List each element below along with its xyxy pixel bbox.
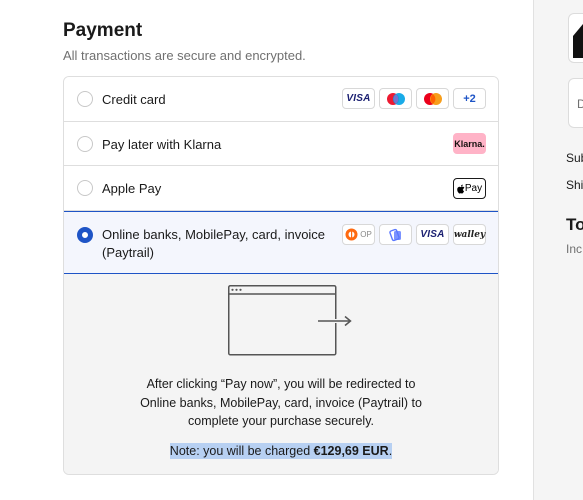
- subtotal-label: Sub: [566, 151, 583, 165]
- paytrail-logos: OP VISA walley: [342, 224, 486, 245]
- total-label: To: [566, 215, 583, 234]
- klarna-logo: Klarna.: [453, 133, 486, 154]
- shipping-label: Shi: [566, 178, 583, 192]
- checkout-main: Payment All transactions are secure and …: [0, 0, 533, 500]
- order-summary-sidebar: D Sub Shi To Inc: [533, 0, 583, 500]
- walley-logo: walley: [453, 224, 486, 245]
- apple-pay-logos: Pay: [453, 178, 486, 199]
- charge-note: Note: you will be charged €129,69 EUR.: [64, 443, 498, 459]
- apple-icon: [457, 184, 465, 193]
- mobilepay-logo: [379, 224, 412, 245]
- product-thumbnail[interactable]: [568, 13, 583, 63]
- klarna-logos: Klarna.: [453, 133, 486, 154]
- mastercard-logo: [416, 88, 449, 109]
- payment-methods: Credit card VISA +2 Pay later with Klarn…: [63, 76, 499, 475]
- paytrail-label-line2: (Paytrail): [102, 245, 155, 260]
- op-logo: OP: [342, 224, 375, 245]
- radio-apple-pay[interactable]: [77, 180, 93, 196]
- payment-subtitle: All transactions are secure and encrypte…: [63, 48, 306, 63]
- card-logos: VISA +2: [342, 88, 486, 109]
- radio-paytrail[interactable]: [77, 227, 93, 243]
- payment-option-klarna[interactable]: Pay later with Klarna Klarna.: [64, 122, 498, 166]
- visa-logo: VISA: [416, 224, 449, 245]
- payment-option-label: Credit card: [102, 92, 166, 107]
- product-image: [573, 24, 583, 58]
- radio-credit-card[interactable]: [77, 91, 93, 107]
- more-cards-badge: +2: [453, 88, 486, 109]
- apple-pay-logo: Pay: [453, 178, 486, 199]
- taxes-note: Inc: [566, 242, 583, 256]
- payment-option-label: Pay later with Klarna: [102, 137, 222, 152]
- browser-redirect-icon: [228, 285, 352, 356]
- payment-option-label: Apple Pay: [102, 181, 162, 196]
- payment-option-paytrail[interactable]: Online banks, MobilePay, card, invoice (…: [64, 211, 498, 274]
- charge-note-highlight: Note: you will be charged €129,69 EUR.: [169, 443, 393, 459]
- radio-klarna[interactable]: [77, 136, 93, 152]
- charge-amount: €129,69 EUR: [313, 444, 389, 458]
- payment-option-apple-pay[interactable]: Apple Pay Pay: [64, 166, 498, 211]
- redirect-message: After clicking “Pay now”, you will be re…: [140, 377, 422, 428]
- apple-pay-label: Pay: [464, 183, 483, 194]
- paytrail-redirect-panel: After clicking “Pay now”, you will be re…: [64, 274, 498, 474]
- payment-heading: Payment: [63, 20, 143, 41]
- maestro-logo: [379, 88, 412, 109]
- visa-logo: VISA: [342, 88, 375, 109]
- payment-option-credit-card[interactable]: Credit card VISA +2: [64, 77, 498, 122]
- discount-code-input[interactable]: D: [568, 78, 583, 128]
- payment-option-label: Online banks, MobilePay, card, invoice (…: [102, 226, 325, 262]
- paytrail-label-line1: Online banks, MobilePay, card, invoice: [102, 227, 326, 242]
